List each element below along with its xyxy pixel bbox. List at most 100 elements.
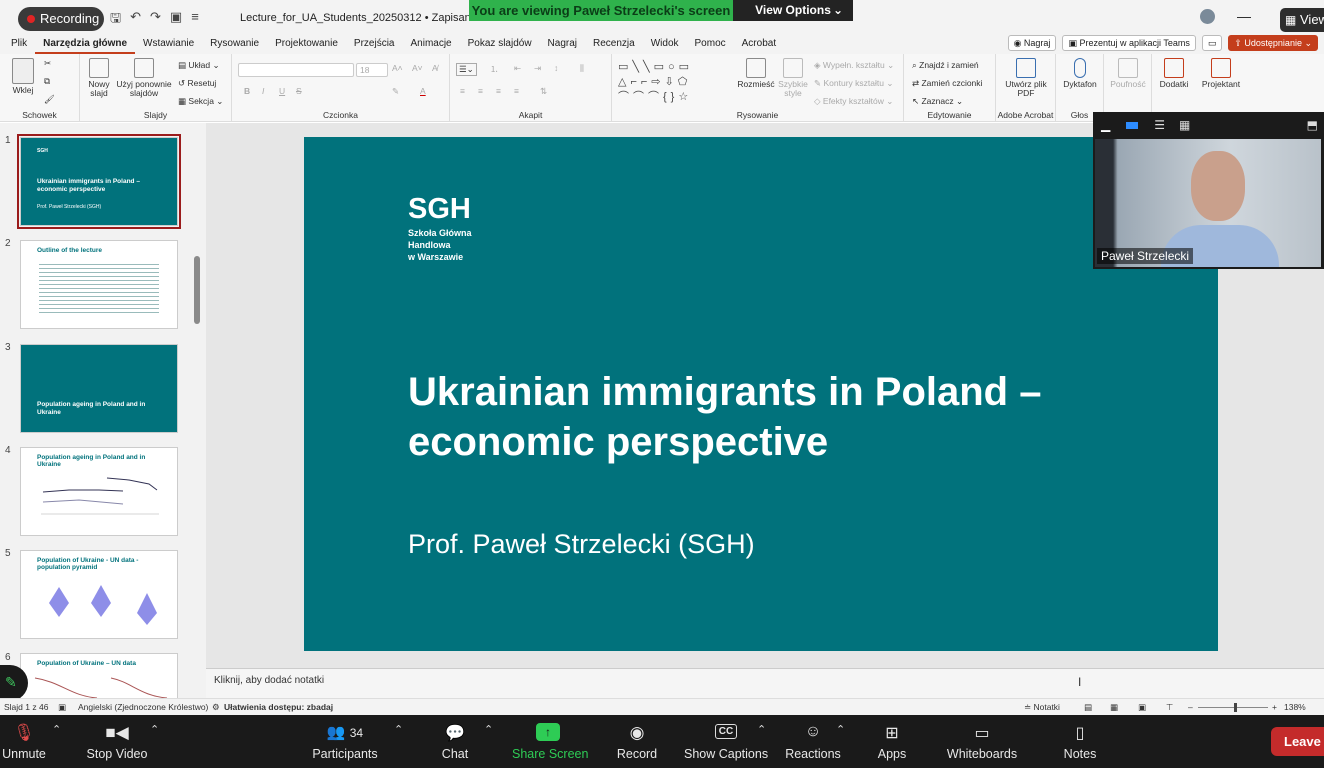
thumb-slide-4[interactable]: Population ageing in Poland and in Ukrai…	[20, 447, 178, 536]
strikethrough-icon[interactable]: S	[296, 86, 302, 96]
reset-button[interactable]: ↺ Resetuj	[178, 78, 216, 89]
chat-chevron-icon[interactable]: ⌃	[484, 723, 493, 736]
font-name-combo[interactable]	[238, 63, 354, 77]
highlight-icon[interactable]: ✎	[392, 86, 399, 97]
participant-video[interactable]: ▁ ☰ ▦ ⬒ Paweł Strzelecki	[1093, 112, 1324, 269]
quick-styles-button[interactable]: Szybkie style	[776, 58, 810, 98]
section-button[interactable]: ▦ Sekcja ⌄	[178, 96, 223, 107]
tab-review[interactable]: Recenzja	[585, 36, 643, 54]
tab-slideshow[interactable]: Pokaz slajdów	[460, 36, 540, 54]
slideshow-view-icon[interactable]: ⊤	[1166, 702, 1173, 713]
video-options-chevron-icon[interactable]: ⌃	[150, 723, 159, 736]
thumb-slide-6[interactable]: Population of Ukraine – UN data	[20, 653, 178, 698]
slide-subtitle[interactable]: Prof. Paweł Strzelecki (SGH)	[408, 529, 755, 560]
unmute-button[interactable]: 🎙 Unmute	[0, 715, 48, 768]
participants-chevron-icon[interactable]: ⌃	[394, 723, 403, 736]
accessibility-status[interactable]: Ułatwienia dostępu: zbadaj	[224, 702, 333, 712]
save-icon[interactable]: 🖫	[110, 9, 121, 31]
language-indicator[interactable]: Angielski (Zjednoczone Królestwo)	[78, 702, 208, 712]
line-spacing-icon[interactable]: ↕	[554, 63, 558, 73]
tab-animations[interactable]: Animacje	[402, 36, 459, 54]
tab-draw[interactable]: Rysowanie	[202, 36, 267, 54]
apps-button[interactable]: ⊞ Apps	[870, 715, 914, 768]
columns-icon[interactable]: ⫼	[580, 63, 584, 74]
whiteboards-button[interactable]: ▭ Whiteboards	[944, 715, 1020, 768]
align-right-icon[interactable]: ≡	[496, 86, 501, 96]
reactions-button[interactable]: ☺ Reactions	[784, 715, 842, 768]
notes-toggle[interactable]: ≐ Notatki	[1024, 702, 1060, 713]
cut-icon[interactable]: ✂	[44, 58, 51, 69]
strip-view-icon[interactable]: ☰	[1154, 118, 1165, 132]
view-button[interactable]: ▦ View	[1280, 8, 1324, 32]
bold-icon[interactable]: B	[244, 86, 250, 96]
bullets-icon[interactable]: ☰⌄	[456, 63, 477, 76]
replace-fonts-button[interactable]: ⇄ Zamień czcionki	[912, 78, 982, 89]
reactions-chevron-icon[interactable]: ⌃	[836, 723, 845, 736]
thumb-slide-1[interactable]: SGH Ukrainian immigrants in Poland – eco…	[17, 134, 181, 229]
customize-icon[interactable]: ≡	[191, 9, 199, 31]
shapes-gallery[interactable]: ▭╲╲▭○▭ △⌐⌐⇨⇩⬠ ⌒⌒⌒{}☆	[618, 60, 730, 106]
avatar[interactable]	[1200, 8, 1215, 24]
document-title[interactable]: Lecture_for_UA_Students_20250312 • Zapis…	[240, 11, 489, 24]
chat-button[interactable]: 💬 Chat	[436, 715, 474, 768]
tab-acrobat[interactable]: Acrobat	[734, 36, 784, 54]
tab-insert[interactable]: Wstawianie	[135, 36, 202, 54]
tab-plik[interactable]: Plik	[0, 36, 35, 54]
present-teams-button[interactable]: ▣ Prezentuj w aplikacji Teams	[1062, 35, 1196, 51]
zoom-out-icon[interactable]: –	[1188, 702, 1193, 712]
record-button[interactable]: ◉ Record	[614, 715, 660, 768]
shape-outline-button[interactable]: ✎ Kontury kształtu ⌄	[814, 78, 893, 89]
notes-pane[interactable]: Kliknij, aby dodać notatki I	[206, 668, 1324, 698]
exit-window-icon[interactable]: ⬒	[1307, 118, 1318, 132]
justify-icon[interactable]: ≡	[514, 86, 519, 96]
indent-increase-icon[interactable]: ⇥	[534, 63, 541, 74]
record-button[interactable]: ◉ Nagraj	[1007, 35, 1057, 51]
slide-title[interactable]: Ukrainian immigrants in Poland – economi…	[408, 367, 1108, 467]
thumbnails-scrollbar[interactable]	[194, 256, 200, 324]
share-screen-button[interactable]: ↑ Share Screen	[512, 715, 588, 768]
comments-icon[interactable]: ▭	[1201, 35, 1223, 51]
designer-button[interactable]: Projektant	[1198, 58, 1244, 89]
zoom-slider[interactable]	[1198, 707, 1268, 708]
font-size-combo[interactable]: 18	[356, 63, 388, 77]
thumb-slide-3[interactable]: Population ageing in Poland and in Ukrai…	[20, 344, 178, 433]
shrink-font-icon[interactable]: A˅	[412, 63, 423, 73]
copy-icon[interactable]: ⧉	[44, 76, 50, 87]
accessibility-icon[interactable]: ⚙	[212, 702, 220, 713]
view-options-button[interactable]: View Options ⌄	[733, 0, 853, 21]
arrange-button[interactable]: Rozmieść	[736, 58, 776, 89]
leave-button[interactable]: Leave	[1271, 727, 1324, 756]
text-direction-icon[interactable]: ⇅	[540, 86, 547, 97]
grow-font-icon[interactable]: A˄	[392, 63, 403, 73]
speaker-view-icon[interactable]	[1126, 121, 1139, 129]
find-replace-button[interactable]: ⌕ Znajdź i zamień	[912, 60, 979, 71]
thumb-slide-2[interactable]: Outline of the lecture	[20, 240, 178, 329]
spellcheck-icon[interactable]: ▣	[58, 702, 66, 713]
reading-view-icon[interactable]: ▣	[1138, 702, 1146, 713]
recording-indicator[interactable]: Recording	[18, 7, 104, 31]
dictate-button[interactable]: Dyktafon	[1060, 58, 1100, 89]
new-slide-button[interactable]: Nowy slajd	[84, 58, 114, 98]
audio-options-chevron-icon[interactable]: ⌃	[52, 723, 61, 736]
redo-icon[interactable]: ↷	[150, 9, 161, 31]
italic-icon[interactable]: I	[262, 86, 264, 96]
show-captions-button[interactable]: CC Show Captions	[684, 715, 768, 768]
align-center-icon[interactable]: ≡	[478, 86, 483, 96]
select-button[interactable]: ↖ Zaznacz ⌄	[912, 96, 963, 107]
shape-fill-button[interactable]: ◈ Wypełn. kształtu ⌄	[814, 60, 894, 71]
font-color-icon[interactable]: A	[420, 86, 426, 96]
reuse-slides-button[interactable]: Użyj ponownie slajdów	[114, 58, 174, 98]
zoom-level[interactable]: 138%	[1284, 702, 1306, 712]
normal-view-icon[interactable]: ▤	[1084, 702, 1092, 713]
stop-video-button[interactable]: ■◀ Stop Video	[84, 715, 150, 768]
shape-effects-button[interactable]: ◇ Efekty kształtów ⌄	[814, 96, 893, 107]
present-icon[interactable]: ▣	[170, 9, 182, 31]
tab-view[interactable]: Widok	[643, 36, 687, 54]
format-painter-icon[interactable]: 🖌	[44, 94, 55, 105]
create-pdf-button[interactable]: Utwórz plik PDF	[1002, 58, 1050, 98]
tab-design[interactable]: Projektowanie	[267, 36, 346, 54]
thumb-slide-5[interactable]: Population of Ukraine - UN data - popula…	[20, 550, 178, 639]
zoom-slider-thumb[interactable]	[1234, 703, 1237, 712]
sensitivity-button[interactable]: Poufność	[1108, 58, 1148, 89]
captions-chevron-icon[interactable]: ⌃	[757, 723, 766, 736]
